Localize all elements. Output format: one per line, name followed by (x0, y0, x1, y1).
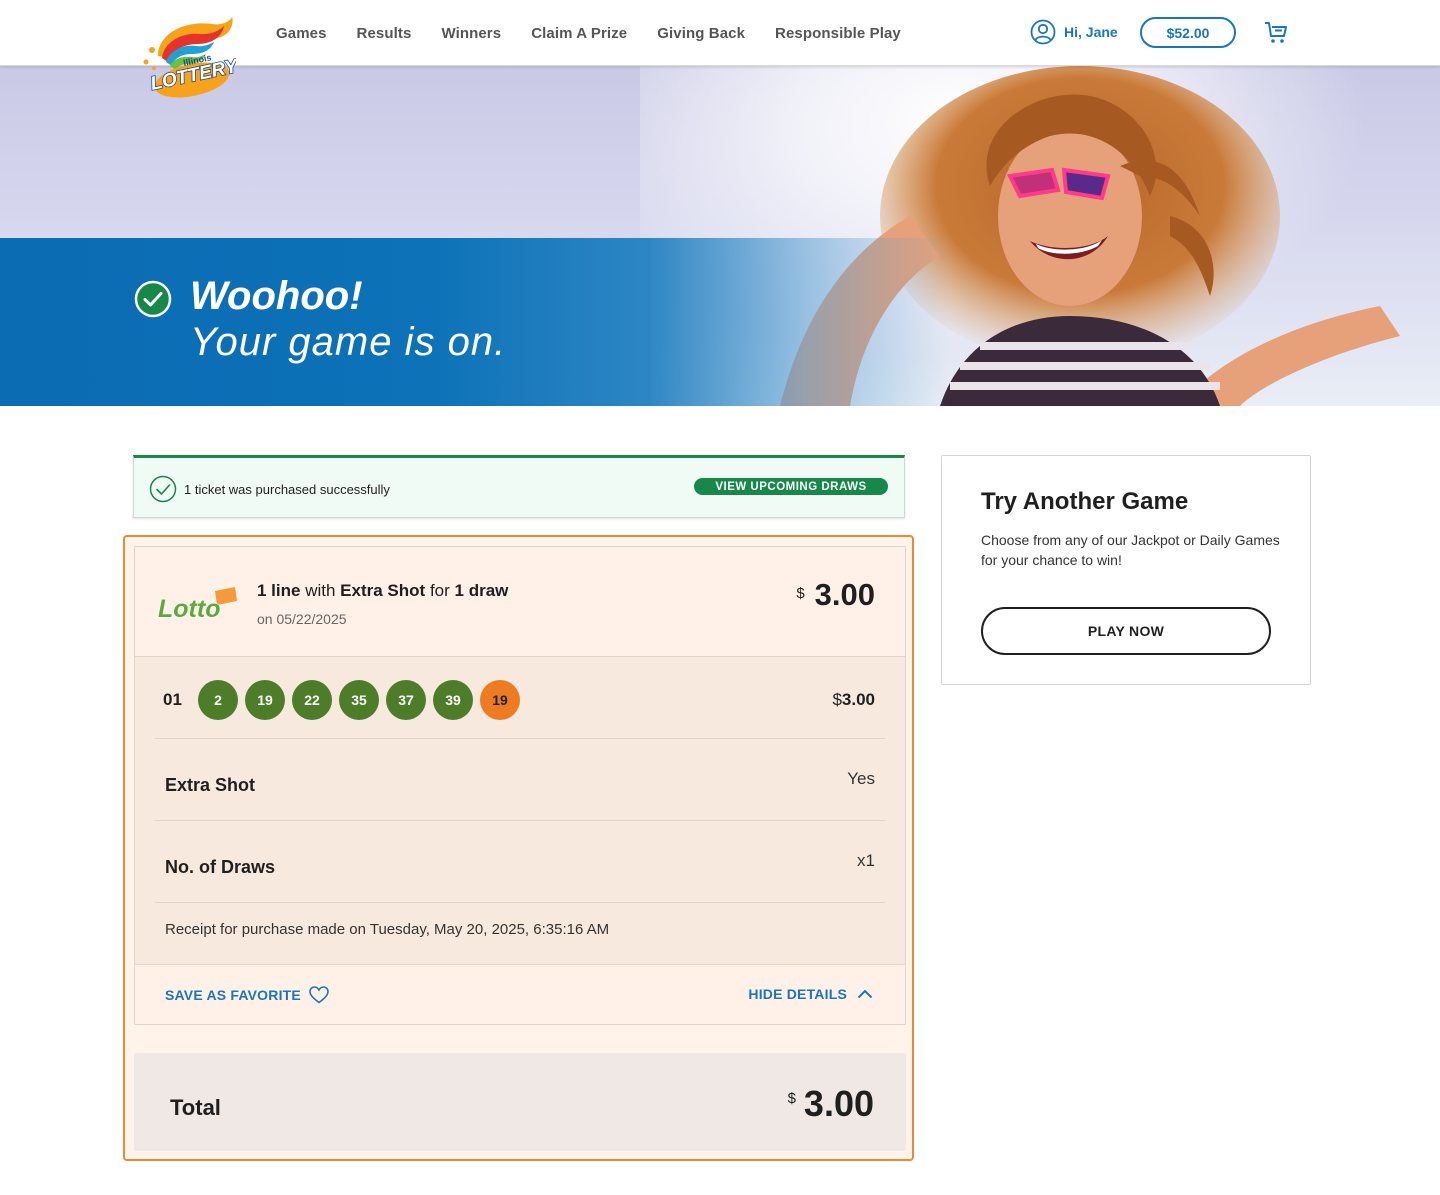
user-icon (1030, 19, 1056, 45)
total-price: $ 3.00 (787, 1083, 874, 1124)
chevron-up-icon (857, 989, 873, 999)
purchase-success-banner: 1 ticket was purchased successfully VIEW… (133, 455, 905, 518)
extra-shot-label: Extra Shot (165, 775, 256, 795)
ticket-price: $ 3.00 (796, 577, 875, 612)
draws-row: No. of Draws x1 (155, 821, 885, 903)
main-nav: Games Results Winners Claim A Prize Givi… (276, 0, 901, 66)
ticket-actions: SAVE AS FAVORITE HIDE DETAILS (135, 964, 905, 1024)
cart-icon[interactable] (1263, 20, 1289, 46)
try-another-game-text: Choose from any of our Jackpot or Daily … (981, 532, 1280, 568)
order-total: Total $ 3.00 (134, 1053, 906, 1151)
total-label: Total (170, 1095, 221, 1120)
nav-winners[interactable]: Winners (441, 25, 501, 42)
hero-subtitle: Your game is on. (190, 320, 507, 364)
receipt-text: Receipt for purchase made on Tuesday, Ma… (165, 921, 610, 938)
nav-giving-back[interactable]: Giving Back (657, 25, 745, 42)
line-price: $3.00 (832, 690, 875, 709)
number-ball: 2 (198, 680, 238, 720)
number-ball: 37 (386, 680, 426, 720)
lotto-game-logo: Lotto (158, 587, 237, 621)
hero-title: Woohoo! (190, 274, 363, 318)
svg-text:Lotto: Lotto (158, 595, 220, 621)
check-circle-icon (149, 475, 177, 503)
user-greeting: Hi, Jane (1064, 24, 1118, 40)
ticket-card: Lotto 1 line with Extra Shot for 1 draw … (134, 546, 906, 1025)
draw-date: on 05/22/2025 (257, 611, 347, 627)
extra-shot-row: Extra Shot Yes (155, 739, 885, 821)
account-menu[interactable]: Hi, Jane (1030, 19, 1118, 45)
wallet-balance-button[interactable]: $52.00 (1140, 17, 1236, 48)
save-as-favorite-button[interactable]: SAVE AS FAVORITE (165, 986, 329, 1004)
play-now-button[interactable]: PLAY NOW (981, 607, 1271, 655)
ticket-summary: 1 line with Extra Shot for 1 draw (257, 581, 509, 600)
nav-claim-a-prize[interactable]: Claim A Prize (531, 25, 627, 42)
line-number: 01 (163, 690, 182, 709)
number-balls: 2 19 22 35 37 39 19 (198, 680, 520, 720)
ticket-header: Lotto 1 line with Extra Shot for 1 draw … (135, 547, 905, 657)
nav-games[interactable]: Games (276, 25, 327, 42)
hide-details-button[interactable]: HIDE DETAILS (748, 986, 873, 1002)
order-summary-panel: Lotto 1 line with Extra Shot for 1 draw … (123, 535, 914, 1161)
extra-shot-value: Yes (847, 769, 875, 788)
number-ball: 39 (433, 680, 473, 720)
success-message: 1 ticket was purchased successfully (184, 482, 390, 497)
view-upcoming-draws-button[interactable]: VIEW UPCOMING DRAWS (694, 478, 888, 495)
nav-results[interactable]: Results (357, 25, 412, 42)
number-ball: 22 (292, 680, 332, 720)
draws-value: x1 (857, 851, 875, 870)
number-ball: 19 (245, 680, 285, 720)
ticket-line: 01 2 19 22 35 37 39 19 $3.00 (155, 657, 885, 739)
ticket-details: 01 2 19 22 35 37 39 19 $3.00 Extra Shot … (135, 657, 905, 964)
draws-label: No. of Draws (165, 857, 276, 877)
illinois-lottery-logo[interactable]: Illinois LOTTERY (140, 14, 236, 102)
extra-shot-ball: 19 (480, 680, 520, 720)
number-ball: 35 (339, 680, 379, 720)
try-another-game-title: Try Another Game (981, 488, 1189, 515)
hero-banner: Woohoo! Your game is on. (0, 66, 1440, 406)
try-another-game-card: Try Another Game Choose from any of our … (941, 455, 1311, 685)
nav-responsible-play[interactable]: Responsible Play (775, 25, 901, 42)
check-circle-icon (134, 280, 172, 318)
heart-icon (309, 986, 329, 1004)
